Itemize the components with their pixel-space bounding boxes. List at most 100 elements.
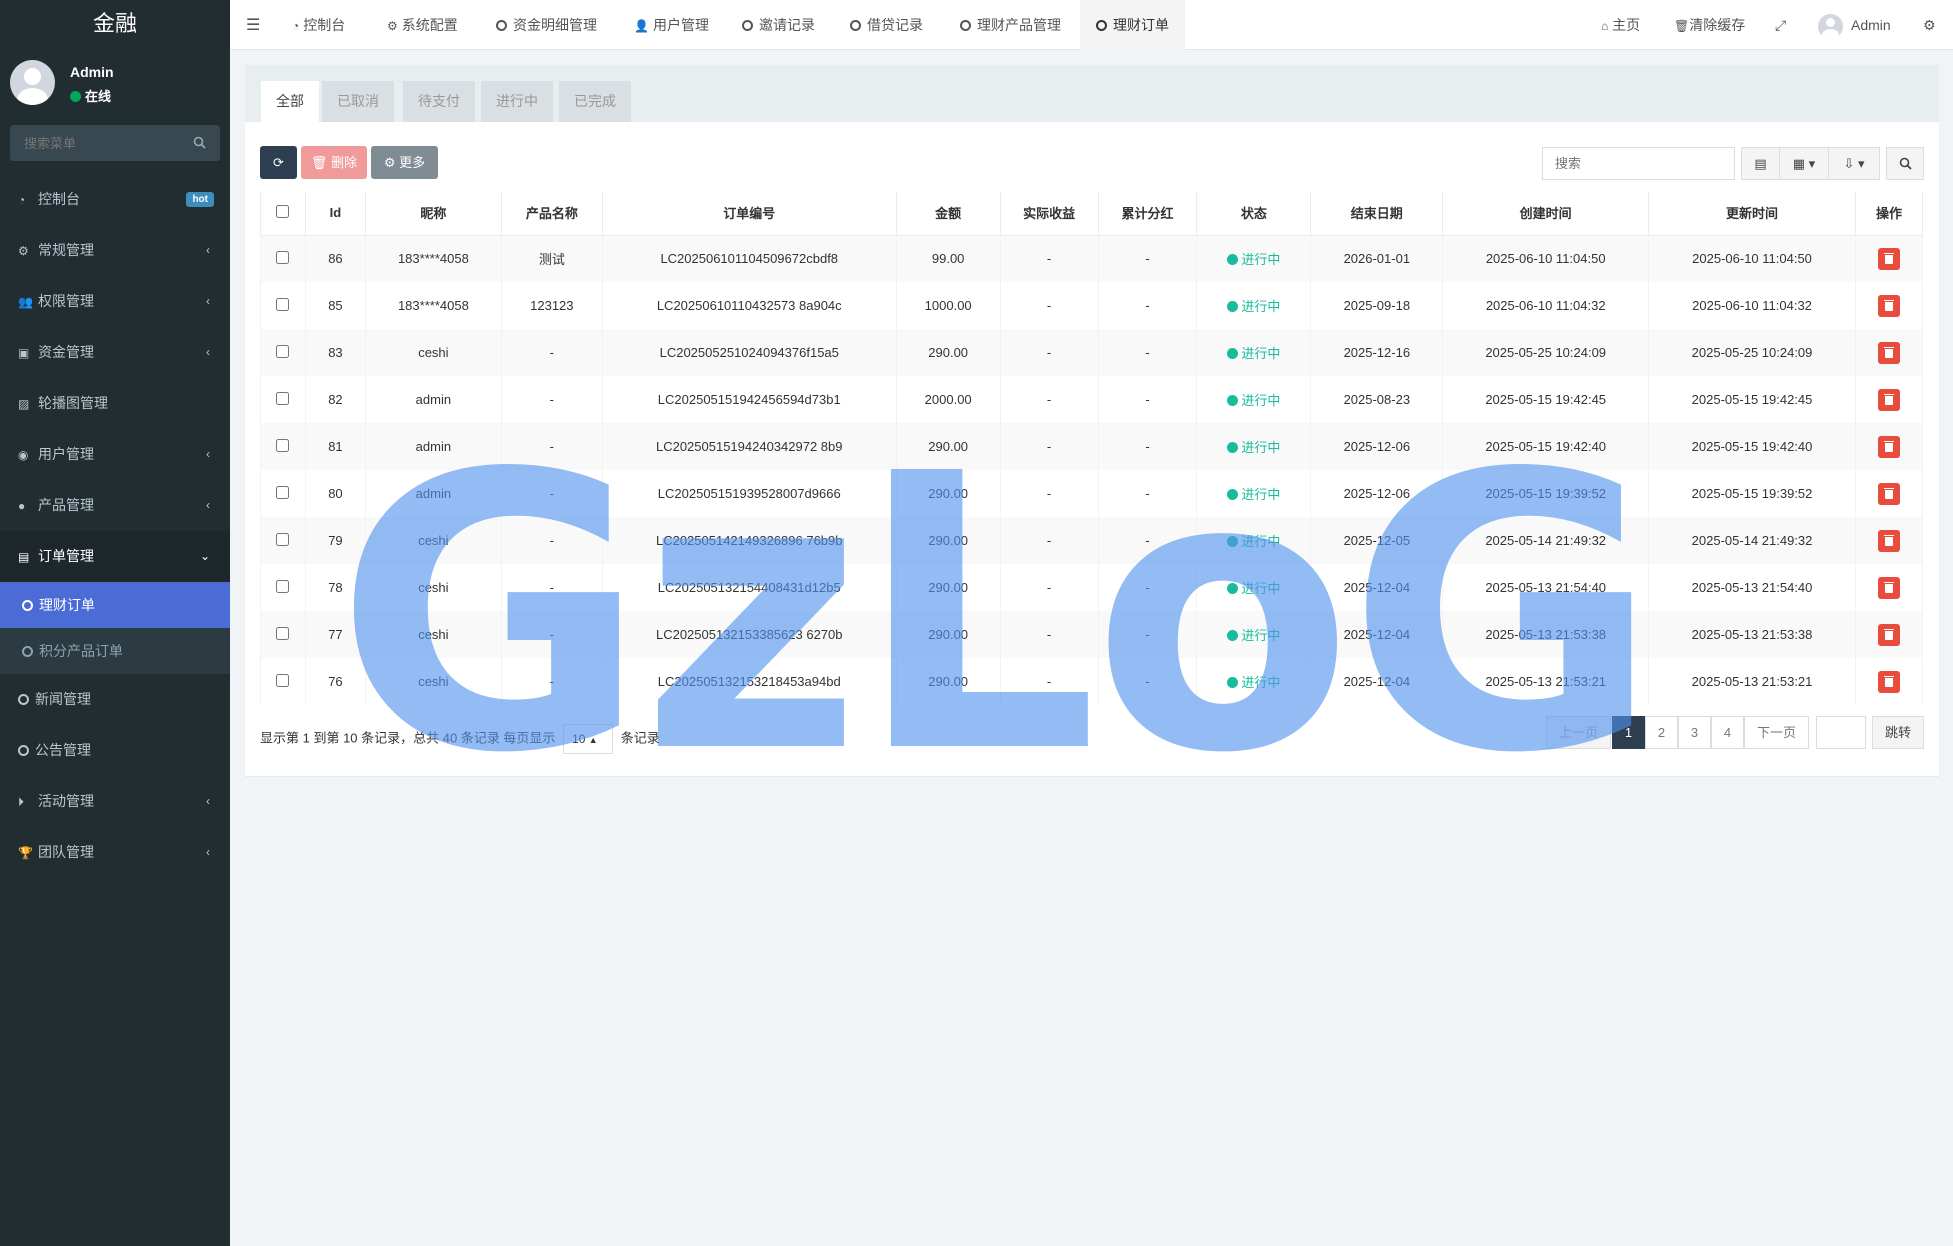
column-header[interactable]: 创建时间: [1442, 191, 1650, 236]
row-checkbox[interactable]: [276, 626, 290, 640]
page-4-button[interactable]: 4: [1711, 716, 1744, 749]
table-search-input[interactable]: [1542, 147, 1735, 180]
tab-user-management[interactable]: 👤 用户管理: [634, 0, 709, 50]
row-checkbox[interactable]: [276, 344, 290, 358]
table-row[interactable]: 78 ceshi - LC202505132154408431d12b5 290.00-…: [260, 564, 1924, 611]
column-header[interactable]: 更新时间: [1648, 191, 1856, 236]
tab-fund-details[interactable]: 资金明细管理: [496, 0, 597, 50]
row-checkbox[interactable]: [276, 579, 290, 593]
more-button[interactable]: ⚙ 更多: [371, 146, 438, 179]
table-cell: [1854, 376, 1924, 423]
delete-row-button[interactable]: [1877, 247, 1900, 270]
tab-system-config[interactable]: ⚙ 系统配置: [387, 0, 458, 50]
table-row[interactable]: 80 admin - LC202505151939528007d9666 290.00-…: [260, 470, 1924, 517]
toggle-view-button[interactable]: ▤: [1741, 147, 1780, 180]
column-header[interactable]: 昵称: [364, 191, 502, 236]
clear-cache-button[interactable]: 🗑清除缓存: [1674, 0, 1745, 50]
user-menu[interactable]: Admin: [1818, 0, 1891, 50]
delete-row-button[interactable]: [1877, 341, 1900, 364]
sidebar-item-permission[interactable]: 👥 权限管理 ‹: [0, 276, 230, 327]
jump-button[interactable]: 跳转: [1872, 716, 1924, 749]
column-header[interactable]: 状态: [1196, 191, 1312, 236]
tab-in-progress[interactable]: 进行中: [481, 81, 553, 122]
app-logo[interactable]: 金融: [0, 0, 230, 50]
sidebar-item-teams[interactable]: 🏆 团队管理 ‹: [0, 827, 230, 878]
fullscreen-button[interactable]: ⤢: [1775, 0, 1786, 50]
column-header[interactable]: Id: [304, 191, 366, 236]
row-checkbox[interactable]: [276, 297, 290, 311]
row-checkbox[interactable]: [276, 250, 290, 264]
column-header[interactable]: 实际收益: [999, 191, 1099, 236]
sidebar-item-orders[interactable]: ▤ 订单管理 ⌄: [0, 531, 230, 582]
sidebar-item-users[interactable]: ◉ 用户管理 ‹: [0, 429, 230, 480]
table-cell: 2025-12-04: [1310, 658, 1444, 705]
sidebar-item-products[interactable]: ● 产品管理 ‹: [0, 480, 230, 531]
column-header[interactable]: 订单编号: [601, 191, 897, 236]
column-header[interactable]: 产品名称: [500, 191, 603, 236]
table-row[interactable]: 77 ceshi - LC202505132153385623 6270b 290.00…: [260, 611, 1924, 658]
row-checkbox[interactable]: [276, 532, 290, 546]
delete-row-button[interactable]: [1877, 388, 1900, 411]
prev-page-button[interactable]: 上一页: [1546, 716, 1611, 749]
refresh-button[interactable]: ⟳: [260, 146, 297, 179]
delete-row-button[interactable]: [1877, 294, 1900, 317]
sidebar-item-funds[interactable]: ▣ 资金管理 ‹: [0, 327, 230, 378]
tab-loans[interactable]: 借贷记录: [850, 0, 923, 50]
tab-finance-orders[interactable]: 理财订单: [1080, 0, 1185, 50]
row-checkbox[interactable]: [276, 391, 290, 405]
delete-row-button[interactable]: [1877, 482, 1900, 505]
columns-button[interactable]: ▦ ▾: [1779, 147, 1829, 180]
tab-all[interactable]: 全部: [261, 81, 319, 122]
table-row[interactable]: 76 ceshi - LC202505132153218453a94bd 290.00-…: [260, 658, 1924, 705]
column-header[interactable]: 金额: [895, 191, 1001, 236]
next-page-button[interactable]: 下一页: [1744, 716, 1809, 749]
page-2-button[interactable]: 2: [1645, 716, 1678, 749]
sidebar-toggle-button[interactable]: ☰: [246, 0, 260, 50]
delete-button[interactable]: 🗑 删除: [301, 146, 367, 179]
sidebar-search-input[interactable]: [10, 125, 180, 161]
tab-dashboard[interactable]: ◔ 控制台: [292, 0, 345, 50]
table-row[interactable]: 81 admin - LC20250515194240342972 8b9 290.00…: [260, 423, 1924, 470]
table-row[interactable]: 83 ceshi - LC202505251024094376f15a5 290.00-…: [260, 329, 1924, 376]
table-cell: 进行中: [1196, 611, 1312, 658]
sidebar-item-general[interactable]: ⚙ 常规管理 ‹: [0, 225, 230, 276]
delete-row-button[interactable]: [1877, 576, 1900, 599]
search-icon[interactable]: [193, 136, 206, 152]
table-row[interactable]: 82 admin - LC202505151942456594d73b1 2000.00…: [260, 376, 1924, 423]
jump-page-input[interactable]: [1816, 716, 1866, 749]
page-1-button[interactable]: 1: [1612, 716, 1645, 749]
tab-completed[interactable]: 已完成: [559, 81, 631, 122]
export-button[interactable]: ⇩ ▾: [1828, 147, 1880, 180]
page-3-button[interactable]: 3: [1678, 716, 1711, 749]
status-badge: 进行中: [1227, 534, 1280, 549]
table-row[interactable]: 86 183****4058 测试 LC202506101104509672cbdf8…: [260, 235, 1924, 282]
sidebar-item-news[interactable]: 新闻管理: [0, 674, 230, 725]
sidebar-item-points-orders[interactable]: 积分产品订单: [0, 628, 230, 674]
sidebar-item-activities[interactable]: ⏵ 活动管理 ‹: [0, 776, 230, 827]
home-link[interactable]: ⌂ 主页: [1601, 0, 1640, 50]
sidebar-item-notices[interactable]: 公告管理: [0, 725, 230, 776]
column-header[interactable]: 累计分红: [1097, 191, 1198, 236]
advanced-search-button[interactable]: [1886, 147, 1924, 180]
sidebar-item-dashboard[interactable]: ◔ 控制台 hot: [0, 174, 230, 225]
pagination-info: 显示第 1 到第 10 条记录，总共 40 条记录 每页显示 10 ▲ 条记录: [260, 724, 660, 754]
row-checkbox[interactable]: [276, 673, 290, 687]
column-header[interactable]: 结束日期: [1310, 191, 1444, 236]
page-size-select[interactable]: 10 ▲: [563, 724, 614, 754]
table-row[interactable]: 85 183****4058 123123 LC20250610110432573 8…: [260, 282, 1924, 329]
table-row[interactable]: 79 ceshi - LC202505142149326896 76b9b 290.00…: [260, 517, 1924, 564]
delete-row-button[interactable]: [1877, 529, 1900, 552]
delete-row-button[interactable]: [1877, 670, 1900, 693]
settings-button[interactable]: ⚙: [1923, 0, 1936, 50]
sidebar-item-finance-orders[interactable]: 理财订单: [0, 582, 230, 628]
select-all-checkbox[interactable]: [276, 204, 290, 218]
delete-row-button[interactable]: [1877, 623, 1900, 646]
tab-invitations[interactable]: 邀请记录: [742, 0, 815, 50]
tab-pending-payment[interactable]: 待支付: [403, 81, 475, 122]
sidebar-item-carousel[interactable]: ▨ 轮播图管理: [0, 378, 230, 429]
row-checkbox[interactable]: [276, 485, 290, 499]
delete-row-button[interactable]: [1877, 435, 1900, 458]
tab-finance-products[interactable]: 理财产品管理: [960, 0, 1061, 50]
tab-cancelled[interactable]: 已取消: [322, 81, 394, 122]
row-checkbox[interactable]: [276, 438, 290, 452]
